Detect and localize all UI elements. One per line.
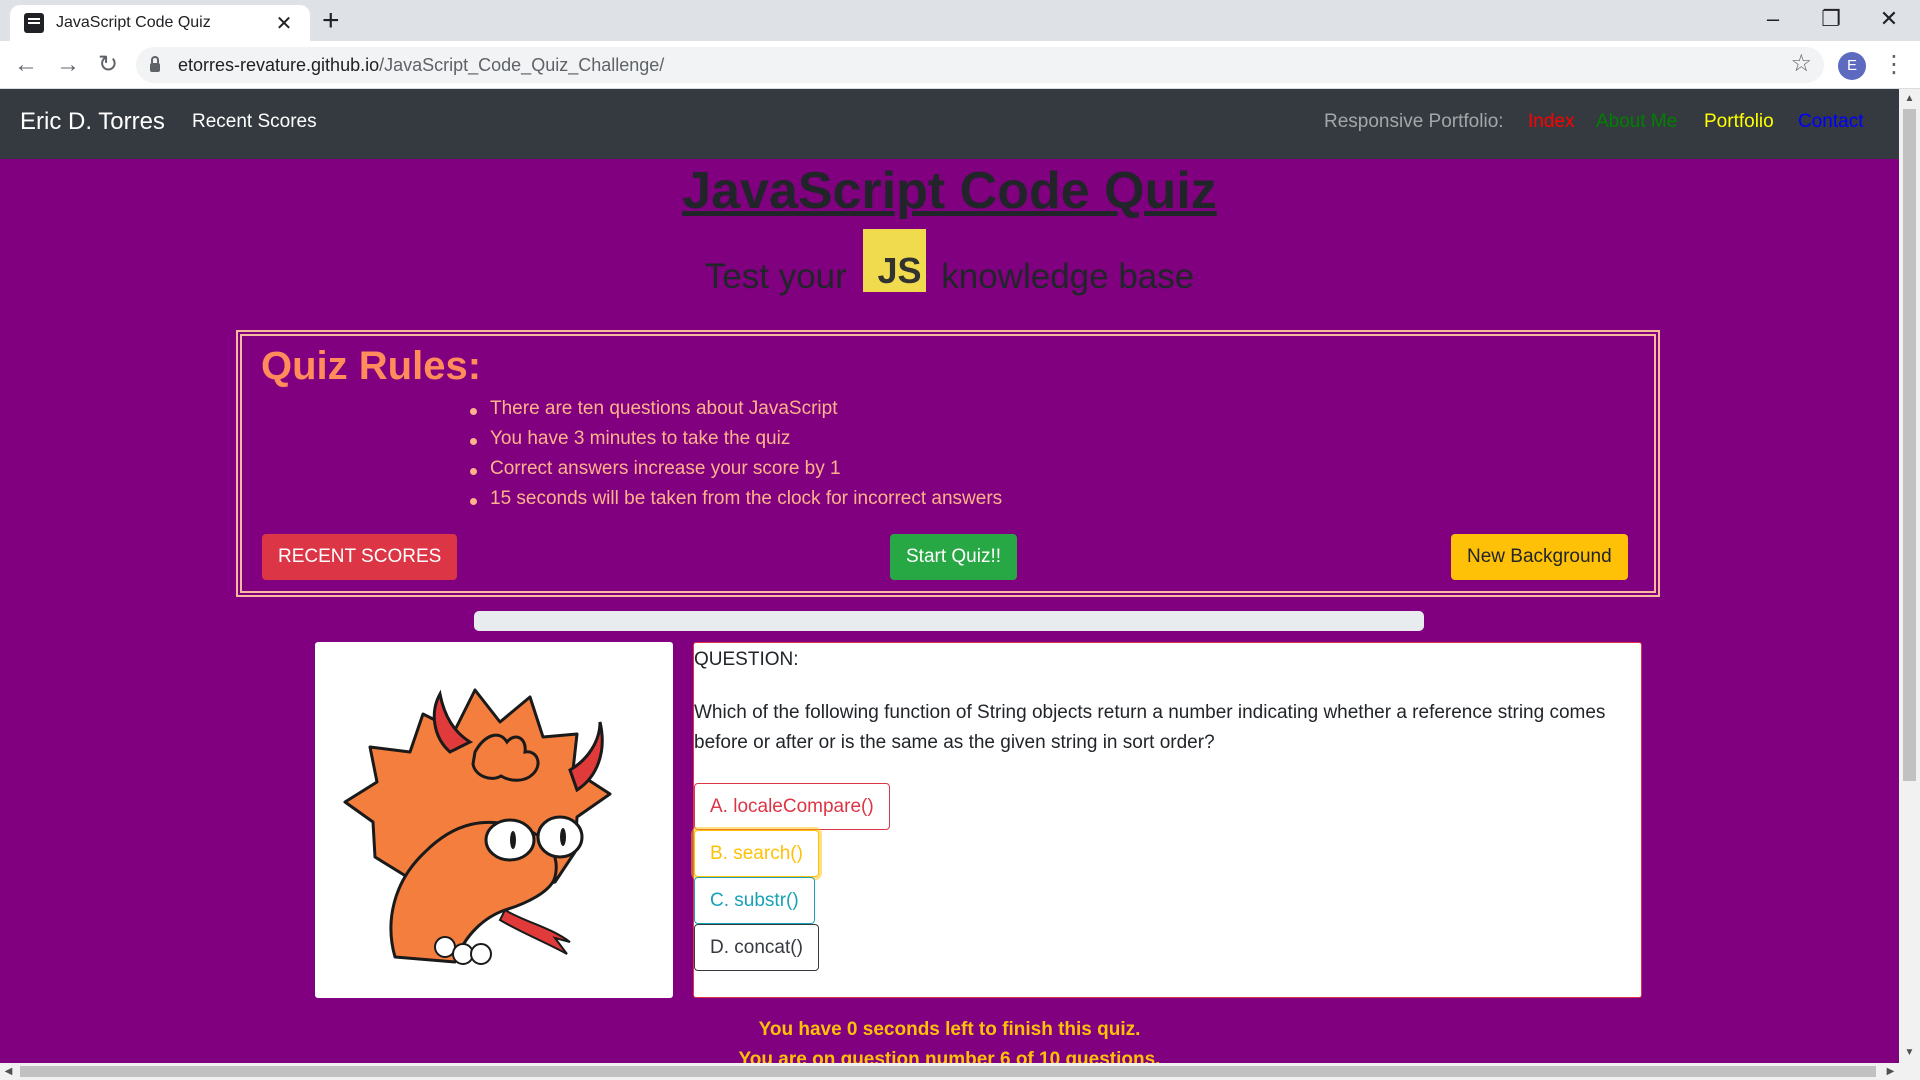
nav-portfolio-link[interactable]: Portfolio xyxy=(1704,111,1774,133)
address-bar[interactable]: etorres-revature.github.io/JavaScript_Co… xyxy=(136,47,1824,83)
quiz-rules-panel: Quiz Rules: There are ten questions abou… xyxy=(236,330,1660,597)
profile-avatar[interactable]: E xyxy=(1838,52,1866,80)
question-label: QUESTION: xyxy=(694,649,799,670)
answer-option-b[interactable]: B. search() xyxy=(694,830,819,877)
time-left-text: You have 0 seconds left to finish this q… xyxy=(758,1019,1141,1040)
quiz-illustration xyxy=(315,642,673,998)
subtitle-text-before: Test your xyxy=(704,257,847,296)
quiz-progress-bar xyxy=(474,611,1424,631)
javascript-logo-icon: JS xyxy=(862,229,926,292)
browser-tab-strip: JavaScript Code Quiz ✕ + – ❐ ✕ xyxy=(0,0,1920,41)
browser-tab[interactable]: JavaScript Code Quiz ✕ xyxy=(10,5,310,41)
start-quiz-button[interactable]: Start Quiz!! xyxy=(890,534,1018,580)
tab-title: JavaScript Code Quiz xyxy=(56,14,211,31)
nav-recent-scores-link[interactable]: Recent Scores xyxy=(192,111,317,133)
bookmark-star-icon[interactable]: ☆ xyxy=(1790,49,1812,78)
horizontal-scrollbar[interactable]: ◀ ▶ xyxy=(0,1063,1920,1080)
scroll-left-icon[interactable]: ◀ xyxy=(0,1063,17,1080)
scroll-down-icon[interactable]: ▼ xyxy=(1899,1043,1920,1063)
navbar-brand[interactable]: Eric D. Torres xyxy=(20,108,165,136)
nav-index-link[interactable]: Index xyxy=(1528,111,1574,133)
nav-contact-link[interactable]: Contact xyxy=(1798,111,1863,133)
page-subtitle: Test your JS knowledge base xyxy=(0,229,1899,297)
answer-option-c[interactable]: C. substr() xyxy=(694,877,815,924)
forward-icon[interactable]: → xyxy=(52,49,84,81)
browser-toolbar: ← → ↻ etorres-revature.github.io/JavaScr… xyxy=(0,41,1920,89)
close-window-icon[interactable]: ✕ xyxy=(1860,4,1918,34)
new-background-button[interactable]: New Background xyxy=(1451,534,1628,580)
rule-item: 15 seconds will be taken from the clock … xyxy=(468,488,1002,518)
rules-list: There are ten questions about JavaScript… xyxy=(468,398,1002,518)
page-favicon-icon xyxy=(24,13,44,33)
scroll-right-icon[interactable]: ▶ xyxy=(1882,1063,1899,1080)
js-logo-text: JS xyxy=(877,250,922,291)
vertical-scrollbar[interactable]: ▲ ▼ xyxy=(1899,89,1920,1063)
question-text: Which of the following function of Strin… xyxy=(694,702,1606,753)
answer-option-a[interactable]: A. localeCompare() xyxy=(694,783,890,830)
page-title: JavaScript Code Quiz xyxy=(682,162,1217,220)
question-number-text: You are on question number 6 of 10 quest… xyxy=(738,1049,1161,1063)
close-tab-icon[interactable]: ✕ xyxy=(272,11,296,36)
recent-scores-button[interactable]: RECENT SCORES xyxy=(262,534,458,580)
rule-item: There are ten questions about JavaScript xyxy=(468,398,1002,428)
new-tab-icon[interactable]: + xyxy=(322,6,340,36)
lock-icon xyxy=(150,56,160,72)
restore-icon[interactable]: ❐ xyxy=(1802,4,1860,34)
back-icon[interactable]: ← xyxy=(10,49,42,81)
vertical-scroll-thumb[interactable] xyxy=(1903,109,1916,781)
horizontal-scroll-thumb[interactable] xyxy=(20,1066,1876,1077)
rule-item: You have 3 minutes to take the quiz xyxy=(468,428,1002,458)
scroll-up-icon[interactable]: ▲ xyxy=(1899,89,1920,109)
subtitle-text-after: knowledge base xyxy=(941,257,1195,296)
url-host: etorres-revature.github.io xyxy=(178,54,380,75)
page-viewport: Eric D. Torres Recent Scores Responsive … xyxy=(0,89,1899,1063)
answer-option-d[interactable]: D. concat() xyxy=(694,924,819,971)
site-navbar: Eric D. Torres Recent Scores Responsive … xyxy=(0,89,1899,159)
url-path: /JavaScript_Code_Quiz_Challenge/ xyxy=(379,54,665,75)
reload-icon[interactable]: ↻ xyxy=(92,49,124,81)
minimize-icon[interactable]: – xyxy=(1744,4,1802,34)
question-card: QUESTION: Which of the following functio… xyxy=(693,642,1642,998)
browser-menu-icon[interactable]: ⋮ xyxy=(1882,49,1906,81)
portfolio-label: Responsive Portfolio: xyxy=(1324,111,1504,132)
nav-about-me-link[interactable]: About Me xyxy=(1596,111,1677,133)
devil-character-icon xyxy=(343,688,612,965)
rule-item: Correct answers increase your score by 1 xyxy=(468,458,1002,488)
rules-title: Quiz Rules: xyxy=(261,344,482,388)
